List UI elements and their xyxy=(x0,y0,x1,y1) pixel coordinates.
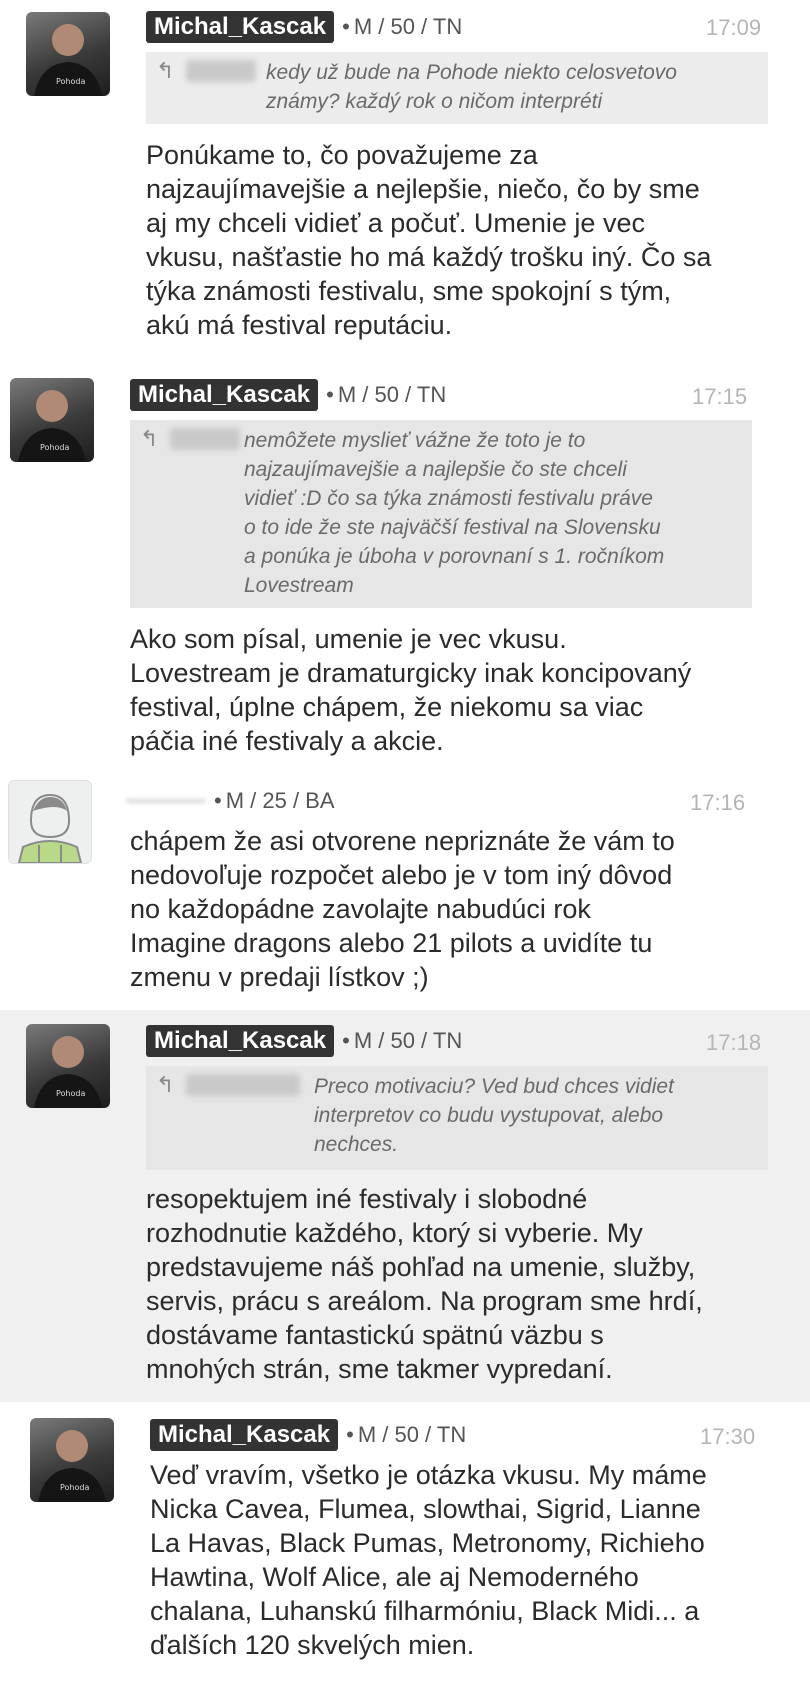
author-nickname[interactable]: Michal_Kascak xyxy=(146,11,335,43)
author-meta: • M / 25 / BA xyxy=(214,788,335,813)
reply-arrow-icon: ↰ xyxy=(156,1072,175,1097)
author-nickname[interactable]: Michal_Kascak xyxy=(130,379,319,411)
default-user-avatar[interactable] xyxy=(8,780,92,864)
comment-time: 17:09 xyxy=(706,15,762,40)
user-photo-avatar[interactable]: Pohoda xyxy=(26,1024,110,1108)
comment-text: Veď vravím, všetko je otázka vkusu. My m… xyxy=(150,1460,707,1660)
comment-item: • M / 25 / BA 17:16 chápem že asi otvoren… xyxy=(0,770,810,1008)
user-photo-avatar[interactable]: Pohoda xyxy=(10,378,94,462)
svg-text:Pohoda: Pohoda xyxy=(56,1089,85,1098)
svg-text:Pohoda: Pohoda xyxy=(40,443,69,452)
quote-text: kedy už bude na Pohode niekto celosvetov… xyxy=(266,61,677,113)
comment-header: • M / 25 / BA xyxy=(126,784,335,818)
comment-item: Pohoda Michal_Kascak • M / 50 / TN 17:30 … xyxy=(0,1402,810,1688)
author-meta: • M / 50 / TN xyxy=(346,1422,467,1447)
quoted-reply[interactable]: ↰ kedy už bude na Pohode niekto celosvet… xyxy=(146,52,768,124)
reply-arrow-icon: ↰ xyxy=(156,58,175,83)
blurred-quote-author xyxy=(170,428,240,450)
blurred-quote-author xyxy=(186,60,256,82)
comment-text: chápem že asi otvorene nepriznáte že vám… xyxy=(130,826,675,992)
quoted-reply[interactable]: ↰ Preco motivaciu? Ved bud chces vidiet … xyxy=(146,1066,768,1170)
author-nickname[interactable] xyxy=(126,799,206,803)
author-meta: • M / 50 / TN xyxy=(326,382,447,407)
comment-time: 17:18 xyxy=(706,1030,762,1055)
comment-header: Michal_Kascak • M / 50 / TN xyxy=(150,1418,466,1452)
comment-item: Pohoda Michal_Kascak • M / 50 / TN 17:09 … xyxy=(0,0,810,362)
svg-text:Pohoda: Pohoda xyxy=(60,1483,89,1492)
comment-time: 17:16 xyxy=(690,790,746,815)
blurred-quote-author xyxy=(186,1074,300,1096)
author-meta: • M / 50 / TN xyxy=(342,14,463,39)
author-nickname[interactable]: Michal_Kascak xyxy=(150,1419,339,1451)
comment-text: Ponúkame to, čo považujeme za najzaujíma… xyxy=(146,140,712,340)
reply-arrow-icon: ↰ xyxy=(140,426,159,451)
quoted-reply[interactable]: ↰ nemôžete myslieť vážne že toto je to n… xyxy=(130,420,752,608)
quote-text: nemôžete myslieť vážne že toto je to naj… xyxy=(244,429,665,597)
quote-text: Preco motivaciu? Ved bud chces vidiet in… xyxy=(314,1075,674,1156)
user-photo-avatar[interactable]: Pohoda xyxy=(30,1418,114,1502)
user-photo-avatar[interactable]: Pohoda xyxy=(26,12,110,96)
comment-item: Pohoda Michal_Kascak • M / 50 / TN 17:18 … xyxy=(0,1010,810,1402)
comment-item: Pohoda Michal_Kascak • M / 50 / TN 17:15 … xyxy=(0,362,810,762)
author-nickname[interactable]: Michal_Kascak xyxy=(146,1025,335,1057)
comment-header: Michal_Kascak • M / 50 / TN xyxy=(130,378,446,412)
svg-text:Pohoda: Pohoda xyxy=(56,77,85,86)
comment-text: resopektujem iné festivaly i slobodné ro… xyxy=(146,1184,703,1384)
comment-time: 17:15 xyxy=(692,384,748,409)
comment-header: Michal_Kascak • M / 50 / TN xyxy=(146,10,462,44)
comment-header: Michal_Kascak • M / 50 / TN xyxy=(146,1024,462,1058)
author-meta: • M / 50 / TN xyxy=(342,1028,463,1053)
comment-text: Ako som písal, umenie je vec vkusu. Love… xyxy=(130,624,692,756)
comment-time: 17:30 xyxy=(700,1424,756,1449)
